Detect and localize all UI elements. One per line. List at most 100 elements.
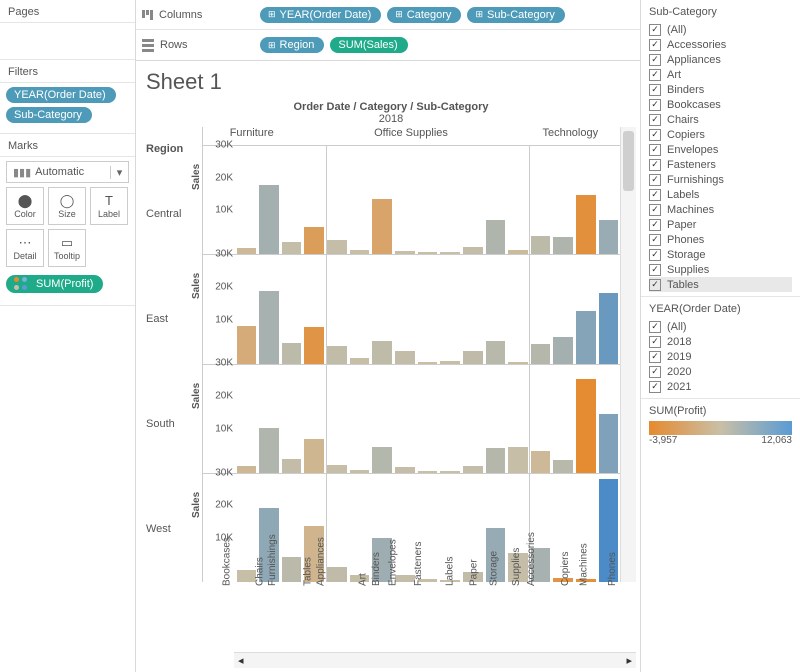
bar[interactable] [395,467,415,473]
rows-pill-1[interactable]: SUM(Sales) [330,37,407,53]
bar[interactable] [327,346,347,363]
bar[interactable] [372,341,392,363]
columns-pill-0[interactable]: ⊞YEAR(Order Date) [260,7,381,23]
bar[interactable] [418,252,438,254]
columns-pill-2[interactable]: ⊞Sub-Category [467,7,564,23]
filter-item-accessories[interactable]: ✓Accessories [649,37,792,52]
bar[interactable] [282,557,302,582]
bar[interactable] [486,448,506,473]
rows-pill-0[interactable]: ⊞Region [260,37,324,53]
bar[interactable] [463,466,483,473]
filter-item-2020[interactable]: ✓2020 [649,364,792,379]
bar[interactable] [327,240,347,254]
bar[interactable] [372,447,392,473]
y-tick: 20K [215,172,233,183]
bar[interactable] [599,220,619,254]
filter-item-supplies[interactable]: ✓Supplies [649,262,792,277]
year-filter-title: YEAR(Order Date) [649,303,792,315]
color-button[interactable]: ⬤Color [6,187,44,225]
bar[interactable] [259,428,279,472]
bar[interactable] [282,242,302,254]
bar[interactable] [395,351,415,364]
bar[interactable] [576,379,596,472]
bar[interactable] [531,344,551,364]
bar[interactable] [508,447,528,473]
bar[interactable] [259,185,279,254]
marks-sum-profit-pill[interactable]: SUM(Profit) [6,275,103,293]
bar[interactable] [531,451,551,472]
bar[interactable] [237,248,257,254]
scroll-left-icon[interactable]: ◂ [238,654,244,667]
bar[interactable] [508,362,528,364]
bar[interactable] [576,311,596,363]
bar[interactable] [440,361,460,364]
columns-pill-1[interactable]: ⊞Category [387,7,461,23]
bar[interactable] [282,459,302,473]
tooltip-button[interactable]: ▭Tooltip [48,229,86,267]
bar[interactable] [463,247,483,254]
filter-item-2021[interactable]: ✓2021 [649,379,792,394]
filter-pill-1[interactable]: Sub-Category [6,107,92,123]
bar[interactable] [304,439,324,473]
bar[interactable] [508,250,528,254]
bar[interactable] [372,199,392,255]
bar[interactable] [418,471,438,472]
filter-item-copiers[interactable]: ✓Copiers [649,127,792,142]
bar[interactable] [553,460,573,472]
profit-color-legend[interactable] [649,421,792,435]
filter-item-envelopes[interactable]: ✓Envelopes [649,142,792,157]
filter-item-paper[interactable]: ✓Paper [649,217,792,232]
bar[interactable] [304,327,324,363]
bar[interactable] [486,220,506,254]
bar[interactable] [553,237,573,254]
filter-item-fasteners[interactable]: ✓Fasteners [649,157,792,172]
filter-item-bookcases[interactable]: ✓Bookcases [649,97,792,112]
filter-item-machines[interactable]: ✓Machines [649,202,792,217]
bar[interactable] [531,236,551,254]
filter-item-tables[interactable]: ✓Tables [649,277,792,292]
bar[interactable] [599,414,619,473]
bar[interactable] [440,471,460,473]
filters-shelf-label: Filters [0,60,135,83]
bar[interactable] [304,227,324,254]
scroll-right-icon[interactable]: ▸ [626,654,632,667]
filter-item-chairs[interactable]: ✓Chairs [649,112,792,127]
filter-item-appliances[interactable]: ✓Appliances [649,52,792,67]
bar[interactable] [486,341,506,363]
bar[interactable] [599,293,619,364]
bar[interactable] [576,195,596,254]
bar[interactable] [350,358,370,364]
label-button[interactable]: TLabel [90,187,128,225]
marks-type-label: Automatic [35,166,84,178]
filter-item--all-[interactable]: ✓(All) [649,22,792,37]
bar[interactable] [553,337,573,364]
bar[interactable] [237,326,257,364]
bar[interactable] [395,251,415,254]
filter-item-2019[interactable]: ✓2019 [649,349,792,364]
marks-type-select[interactable]: ▮▮▮Automatic ▾ [6,161,129,183]
bar[interactable] [259,291,279,363]
filter-item-phones[interactable]: ✓Phones [649,232,792,247]
bar[interactable] [237,570,257,582]
vertical-scrollbar[interactable] [620,127,636,582]
filter-pill-0[interactable]: YEAR(Order Date) [6,87,116,103]
filter-item-furnishings[interactable]: ✓Furnishings [649,172,792,187]
bar[interactable] [327,465,347,473]
filter-item-art[interactable]: ✓Art [649,67,792,82]
filter-item--all-[interactable]: ✓(All) [649,319,792,334]
bar[interactable] [237,466,257,473]
bar[interactable] [350,470,370,473]
size-button[interactable]: ◯Size [48,187,86,225]
bar[interactable] [418,362,438,364]
filter-item-labels[interactable]: ✓Labels [649,187,792,202]
bar[interactable] [350,250,370,254]
horizontal-scrollbar[interactable]: ◂ ▸ [234,652,636,668]
filter-item-binders[interactable]: ✓Binders [649,82,792,97]
bar[interactable] [463,351,483,363]
bar[interactable] [440,252,460,254]
bar[interactable] [282,343,302,364]
bar[interactable] [327,567,347,582]
detail-button[interactable]: ⋯Detail [6,229,44,267]
filter-item-storage[interactable]: ✓Storage [649,247,792,262]
filter-item-2018[interactable]: ✓2018 [649,334,792,349]
